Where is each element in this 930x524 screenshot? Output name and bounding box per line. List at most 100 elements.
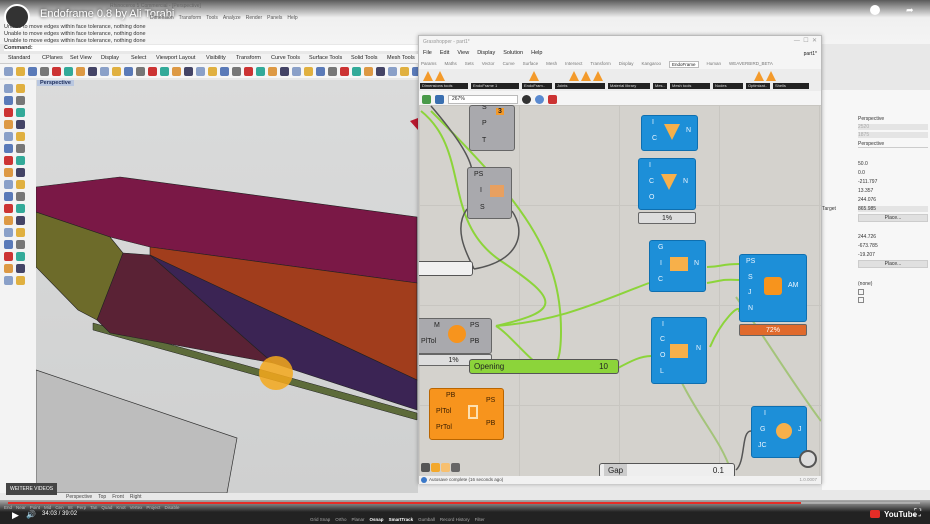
component-icon[interactable] — [529, 71, 539, 81]
toolbar-tool-icon[interactable] — [292, 66, 301, 76]
gh-component-blue[interactable]: I G JC J — [751, 406, 807, 458]
osnap[interactable]: Cen — [55, 505, 63, 510]
tab[interactable]: Display — [619, 61, 634, 68]
osnap[interactable]: Knot — [116, 505, 125, 510]
toolbar-tool-icon[interactable] — [148, 66, 157, 76]
tab-display[interactable]: Display — [101, 55, 119, 61]
component-icon[interactable] — [593, 71, 603, 81]
input-pin[interactable]: PlTol — [421, 338, 436, 345]
gh-component-blue[interactable]: I C O L N — [651, 317, 707, 384]
more-videos-button[interactable]: WEITERE VIDEOS — [6, 483, 58, 495]
left-tool-icon[interactable] — [16, 120, 25, 129]
toolbar-tool-icon[interactable] — [316, 66, 325, 76]
component-icon[interactable] — [423, 71, 433, 81]
tab[interactable]: Transform — [590, 61, 610, 68]
toolbar-tool-icon[interactable] — [184, 66, 193, 76]
menu-solution[interactable]: Solution — [503, 50, 523, 56]
ribbon-group[interactable]: Joints — [555, 83, 605, 89]
youtube-logo-icon[interactable] — [870, 510, 880, 518]
prop-value[interactable]: -19.207 — [858, 252, 875, 258]
tab[interactable]: Surface — [523, 61, 539, 68]
status-pane[interactable]: SmartTrack — [389, 517, 414, 522]
toolbar-tool-icon[interactable] — [388, 66, 397, 76]
toolbar-tool-icon[interactable] — [100, 66, 109, 76]
open-icon[interactable] — [422, 94, 431, 104]
watch-later-icon[interactable] — [870, 5, 880, 15]
viewport-tab[interactable]: Perspective — [66, 494, 92, 500]
toolbar-tool-icon[interactable] — [376, 66, 385, 76]
gh-component-blue[interactable]: I C N — [641, 115, 698, 151]
toolbar-tool-icon[interactable] — [196, 66, 205, 76]
output-pin[interactable]: N — [696, 345, 701, 352]
component-icon[interactable] — [435, 71, 445, 81]
toolbar-tool-icon[interactable] — [244, 66, 253, 76]
toolbar-tool-icon[interactable] — [4, 66, 13, 76]
left-tool-icon[interactable] — [16, 168, 25, 177]
tab-surface-tools[interactable]: Surface Tools — [309, 55, 342, 61]
input-pin[interactable]: I — [480, 187, 482, 194]
input-pin[interactable]: I — [649, 162, 651, 169]
input-pin[interactable]: M — [434, 322, 440, 329]
input-pin[interactable]: PS — [474, 171, 483, 178]
tab[interactable]: Sets — [465, 61, 474, 68]
output-pin[interactable]: N — [683, 178, 688, 185]
tab[interactable]: Mesh — [546, 61, 557, 68]
place-button[interactable]: Place... — [858, 214, 928, 222]
tab-endoframe[interactable]: EndoFrame — [669, 61, 699, 68]
input-pin[interactable]: PB — [446, 392, 455, 399]
left-tool-icon[interactable] — [16, 108, 25, 117]
left-tool-icon[interactable] — [16, 240, 25, 249]
gh-component-blue[interactable]: G I C N — [649, 240, 706, 292]
osnap[interactable]: Mid — [44, 505, 51, 510]
checkbox[interactable] — [858, 297, 864, 303]
toolbar-tool-icon[interactable] — [124, 66, 133, 76]
toolbar-tool-icon[interactable] — [88, 66, 97, 76]
command-prompt[interactable]: Command: — [4, 45, 420, 51]
ribbon-group[interactable]: Optimizat.. — [746, 83, 770, 89]
left-tool-icon[interactable] — [4, 132, 13, 141]
preview-icon[interactable] — [535, 94, 544, 104]
place-button-2[interactable]: Place... — [858, 260, 928, 268]
tab[interactable]: Curve — [503, 61, 515, 68]
input-pin[interactable]: S — [480, 204, 485, 211]
tab-set-view[interactable]: Set View — [70, 55, 92, 61]
toolbar-tool-icon[interactable] — [28, 66, 37, 76]
input-pin[interactable]: C — [658, 276, 663, 283]
toolbar-tool-icon[interactable] — [64, 66, 73, 76]
osnap[interactable]: Perp — [77, 505, 87, 510]
osnap[interactable]: Vertex — [130, 505, 143, 510]
left-tool-icon[interactable] — [4, 108, 13, 117]
ribbon-group[interactable]: Shells — [773, 83, 809, 89]
input-pin[interactable]: N — [748, 305, 753, 312]
toolbar-tool-icon[interactable] — [304, 66, 313, 76]
toolbar-tool-icon[interactable] — [172, 66, 181, 76]
input-pin[interactable]: JC — [758, 442, 767, 449]
input-pin[interactable]: I — [660, 260, 662, 267]
left-tool-icon[interactable] — [16, 144, 25, 153]
gh-canvas[interactable]: S P T 3 PS I S I C N I C O N 1% G I C N … — [419, 105, 821, 477]
tab-select[interactable]: Select — [131, 55, 146, 61]
output-pin[interactable]: PB — [486, 420, 495, 427]
input-pin[interactable]: PS — [746, 258, 755, 265]
status-pane[interactable]: Planar — [352, 517, 365, 522]
left-tool-icon[interactable] — [4, 264, 13, 273]
tab-solid-tools[interactable]: Solid Tools — [351, 55, 378, 61]
save-icon[interactable] — [435, 94, 444, 104]
menu-help[interactable]: Help — [531, 50, 542, 56]
checkbox[interactable] — [858, 289, 864, 295]
prop-value[interactable]: 244.726 — [858, 234, 876, 240]
left-tool-icon[interactable] — [4, 204, 13, 213]
prop-value[interactable]: 50.0 — [858, 161, 868, 167]
input-pin[interactable]: PlTol — [436, 408, 451, 415]
left-tool-icon[interactable] — [4, 228, 13, 237]
prop-none[interactable]: (none) — [858, 281, 872, 287]
input-pin[interactable]: P — [482, 120, 487, 127]
left-tool-icon[interactable] — [16, 216, 25, 225]
zoom-extents-icon[interactable] — [522, 94, 531, 104]
ribbon-group[interactable]: Dimensions tools — [420, 83, 468, 89]
input-pin[interactable]: S — [748, 274, 753, 281]
zoom-field[interactable]: 267% — [448, 94, 518, 104]
left-tool-icon[interactable] — [16, 252, 25, 261]
toolbar-tool-icon[interactable] — [16, 66, 25, 76]
gh-component-orange[interactable]: PB PlTol PrTol PS PB — [429, 388, 504, 440]
